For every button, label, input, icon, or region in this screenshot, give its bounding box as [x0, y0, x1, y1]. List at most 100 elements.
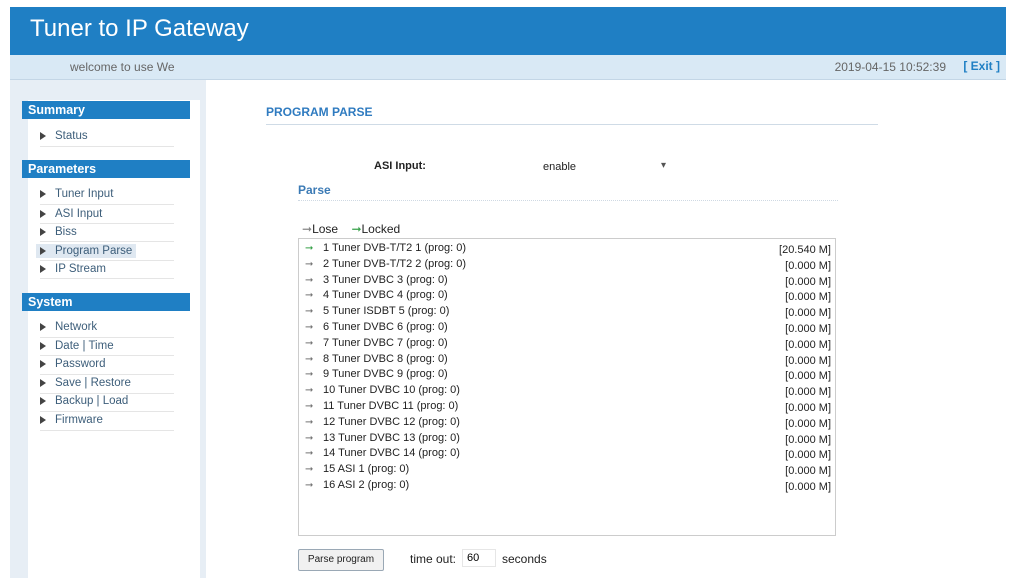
welcome-text: welcome to use We	[70, 60, 175, 74]
app-header: Tuner to IP Gateway	[10, 7, 1006, 55]
asi-input-select[interactable]: enable ▾	[542, 158, 670, 176]
status-bar: welcome to use We 2019-04-15 10:52:39 [ …	[10, 55, 1006, 80]
program-label: 16 ASI 2 (prog: 0)	[323, 479, 410, 491]
program-row: ➞ 13 Tuner DVBC 13 (prog: 0)	[305, 432, 460, 448]
triangle-right-icon	[40, 131, 46, 140]
lose-arrow-icon: ➞	[305, 448, 314, 460]
sidebar-item-backup-load[interactable]: Backup | Load	[40, 395, 128, 407]
sidebar-item-ip-stream[interactable]: IP Stream	[40, 263, 106, 275]
parse-section-label: Parse	[298, 183, 331, 197]
program-row: ➞ 7 Tuner DVBC 7 (prog: 0)	[305, 337, 448, 353]
sidebar-item-date-time[interactable]: Date | Time	[40, 340, 114, 352]
divider	[40, 278, 174, 279]
legend: ➞Lose ➞Locked	[302, 222, 400, 236]
section-parameters: Parameters	[22, 160, 190, 178]
sidebar-item-label: Date | Time	[55, 340, 114, 352]
sidebar-item-label: Network	[55, 321, 98, 333]
page-title: PROGRAM PARSE	[266, 105, 373, 119]
triangle-right-icon	[40, 415, 46, 424]
section-system: System	[22, 293, 190, 311]
program-rate: [0.000 M]	[785, 465, 831, 478]
sidebar-item-program-parse[interactable]: Program Parse	[36, 244, 137, 258]
app-title: Tuner to IP Gateway	[30, 15, 249, 42]
divider	[266, 124, 878, 125]
lose-arrow-icon: ➞	[305, 416, 314, 428]
lose-arrow-icon: ➞	[305, 353, 314, 365]
program-row: ➞ 8 Tuner DVBC 8 (prog: 0)	[305, 353, 448, 369]
datetime-text: 2019-04-15 10:52:39	[834, 60, 946, 74]
program-row: ➞ 6 Tuner DVBC 6 (prog: 0)	[305, 321, 448, 337]
triangle-right-icon	[40, 227, 46, 236]
program-row: ➞ 16 ASI 2 (prog: 0)	[305, 479, 409, 495]
sidebar-item-status[interactable]: Status	[40, 130, 88, 142]
lose-arrow-icon: ➞	[305, 322, 314, 333]
timeout-input[interactable]	[462, 549, 496, 567]
program-rate: [0.000 M]	[785, 275, 831, 288]
triangle-right-icon	[40, 396, 46, 405]
divider	[40, 430, 174, 431]
program-rate: [20.540 M]	[779, 244, 831, 256]
program-label: 11 Tuner DVBC 11 (prog: 0)	[323, 400, 459, 412]
program-label: 14 Tuner DVBC 14 (prog: 0)	[323, 447, 460, 460]
divider	[40, 374, 174, 375]
program-label: 3 Tuner DVBC 3 (prog: 0)	[323, 273, 448, 286]
sidebar-item-label: Biss	[55, 226, 77, 238]
sidebar-item-label: Program Parse	[55, 245, 133, 257]
program-label: 15 ASI 1 (prog: 0)	[323, 463, 410, 476]
divider	[40, 241, 174, 242]
program-row: ➞ 11 Tuner DVBC 11 (prog: 0)	[305, 400, 458, 416]
asi-input-label: ASI Input:	[374, 160, 426, 172]
program-row: ➞ 2 Tuner DVB-T/T2 2 (prog: 0)	[305, 258, 466, 274]
program-label: 1 Tuner DVB-T/T2 1 (prog: 0)	[323, 242, 467, 254]
program-rate: [0.000 M]	[785, 338, 831, 351]
program-label: 2 Tuner DVB-T/T2 2 (prog: 0)	[323, 257, 467, 270]
sidebar-item-firmware[interactable]: Firmware	[40, 414, 103, 426]
program-rate: [0.000 M]	[785, 402, 831, 414]
program-rate: [0.000 M]	[785, 370, 831, 383]
program-row: ➞ 1 Tuner DVB-T/T2 1 (prog: 0)	[305, 242, 466, 258]
sidebar-item-save-restore[interactable]: Save | Restore	[40, 377, 131, 389]
sidebar-item-biss[interactable]: Biss	[40, 226, 77, 238]
lose-arrow-icon: ➞	[305, 369, 314, 381]
triangle-right-icon	[40, 209, 46, 218]
program-row: ➞ 9 Tuner DVBC 9 (prog: 0)	[305, 368, 448, 384]
legend-locked: Locked	[361, 222, 401, 236]
divider	[40, 411, 174, 412]
sidebar-item-network[interactable]: Network	[40, 321, 97, 333]
program-label: 13 Tuner DVBC 13 (prog: 0)	[323, 431, 460, 444]
sidebar-item-label: ASI Input	[55, 208, 103, 220]
program-label: 6 Tuner DVBC 6 (prog: 0)	[323, 321, 448, 333]
triangle-right-icon	[40, 189, 46, 198]
triangle-right-icon	[40, 378, 46, 387]
program-list[interactable]: ➞ 1 Tuner DVB-T/T2 1 (prog: 0) [20.540 M] ➞…	[298, 238, 836, 536]
sidebar-item-tuner-input[interactable]: Tuner Input	[40, 188, 113, 200]
parse-program-button[interactable]: Parse program	[298, 549, 384, 571]
lose-arrow-icon: ➞	[305, 464, 314, 476]
program-rate: [0.000 M]	[785, 449, 831, 462]
program-rate: [0.000 M]	[785, 386, 831, 399]
triangle-right-icon	[40, 341, 46, 350]
exit-link[interactable]: [ Exit ]	[963, 59, 1000, 73]
program-row: ➞ 10 Tuner DVBC 10 (prog: 0)	[305, 384, 460, 400]
triangle-right-icon	[40, 359, 46, 368]
program-rate: [0.000 M]	[785, 417, 831, 430]
seconds-label: seconds	[502, 552, 547, 566]
lose-arrow-icon: ➞	[305, 306, 314, 318]
sidebar-item-asi-input[interactable]: ASI Input	[40, 208, 102, 220]
divider	[40, 260, 174, 261]
lose-arrow-icon: ➞	[305, 385, 314, 397]
divider	[40, 337, 174, 338]
program-row: ➞ 5 Tuner ISDBT 5 (prog: 0)	[305, 305, 449, 321]
lose-arrow-icon: ➞	[305, 480, 314, 491]
lose-arrow-icon: ➞	[305, 258, 314, 270]
divider	[40, 393, 174, 394]
divider	[40, 223, 174, 224]
program-label: 10 Tuner DVBC 10 (prog: 0)	[323, 384, 460, 397]
sidebar-item-password[interactable]: Password	[40, 358, 106, 370]
divider	[40, 355, 174, 356]
program-rate: [0.000 M]	[785, 291, 831, 304]
lose-arrow-icon: ➞	[305, 432, 314, 444]
sidebar-item-label: Backup | Load	[55, 395, 129, 407]
program-rate: [0.000 M]	[785, 323, 831, 335]
program-rate: [0.000 M]	[785, 354, 831, 367]
